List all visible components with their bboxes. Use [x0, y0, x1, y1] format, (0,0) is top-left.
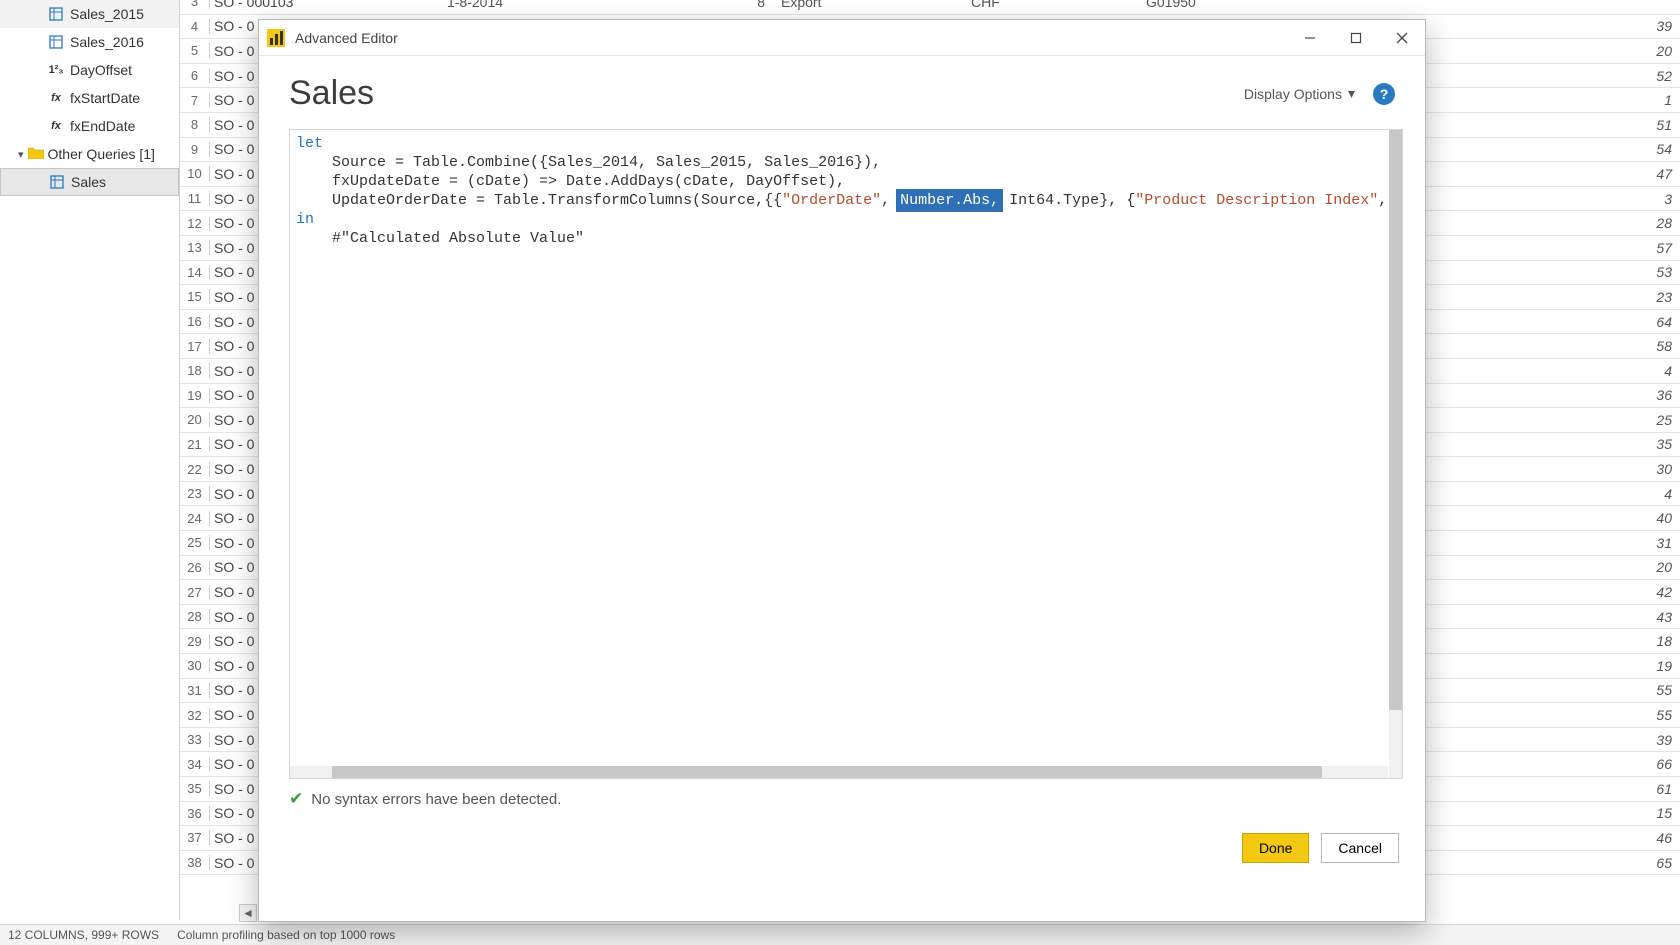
query-item-label: Sales_2015	[70, 6, 144, 22]
query-item-sales-2015[interactable]: Sales_2015	[0, 0, 179, 28]
query-item-label: fxEndDate	[70, 118, 135, 134]
powerbi-icon	[267, 29, 285, 47]
query-item-label: DayOffset	[70, 62, 132, 78]
maximize-button[interactable]	[1333, 20, 1379, 56]
query-name-heading: Sales	[289, 74, 374, 113]
query-item-fxenddate[interactable]: fx fxEndDate	[0, 112, 179, 140]
query-item-label: Sales_2016	[70, 34, 144, 50]
query-group-other[interactable]: ▾ Other Queries [1]	[0, 140, 179, 168]
table-row[interactable]: 3SO - 0001031-8-20148ExportCHFG01950	[180, 0, 1680, 15]
syntax-status: ✔ No syntax errors have been detected.	[289, 789, 1395, 809]
status-bar: 12 COLUMNS, 999+ ROWS Column profiling b…	[0, 924, 1680, 945]
query-item-label: fxStartDate	[70, 90, 140, 106]
query-item-sales-2016[interactable]: Sales_2016	[0, 28, 179, 56]
cancel-button[interactable]: Cancel	[1321, 833, 1399, 863]
check-icon: ✔	[289, 789, 303, 809]
close-button[interactable]	[1379, 20, 1425, 56]
status-profiling: Column profiling based on top 1000 rows	[177, 928, 395, 942]
query-item-dayoffset[interactable]: 1²₃ DayOffset	[0, 56, 179, 84]
query-item-label: Sales	[71, 174, 106, 190]
table-icon	[48, 6, 64, 22]
help-button[interactable]: ?	[1373, 83, 1395, 105]
syntax-message: No syntax errors have been detected.	[311, 791, 561, 808]
table-icon	[49, 174, 65, 190]
chevron-down-icon: ▾	[18, 148, 24, 161]
code-editor[interactable]: let Source = Table.Combine({Sales_2014, …	[289, 129, 1403, 779]
vertical-scrollbar[interactable]	[1389, 130, 1402, 778]
dialog-title: Advanced Editor	[295, 30, 398, 46]
horizontal-scrollbar[interactable]	[290, 766, 1388, 779]
query-item-sales[interactable]: Sales	[0, 168, 179, 196]
query-item-fxstartdate[interactable]: fx fxStartDate	[0, 84, 179, 112]
dialog-buttons: Done Cancel	[259, 809, 1425, 863]
query-group-label: Other Queries [1]	[48, 146, 155, 162]
dialog-header: Sales Display Options ▾ ?	[259, 56, 1425, 123]
function-icon: fx	[48, 90, 64, 106]
advanced-editor-dialog: Advanced Editor Sales Display Options ▾ …	[258, 19, 1426, 922]
grid-scroll-left-button[interactable]: ◄	[239, 904, 257, 922]
status-columns: 12 COLUMNS, 999+ ROWS	[8, 928, 159, 942]
folder-icon	[28, 146, 44, 162]
minimize-button[interactable]	[1287, 20, 1333, 56]
function-icon: fx	[48, 118, 64, 134]
display-options-dropdown[interactable]: Display Options ▾	[1244, 85, 1355, 102]
number-icon: 1²₃	[48, 62, 64, 78]
table-icon	[48, 34, 64, 50]
chevron-down-icon: ▾	[1348, 85, 1355, 102]
dialog-titlebar: Advanced Editor	[259, 20, 1425, 56]
query-navigator: Sales_2015 Sales_2016 1²₃ DayOffset fx f…	[0, 0, 180, 920]
done-button[interactable]: Done	[1242, 833, 1309, 863]
